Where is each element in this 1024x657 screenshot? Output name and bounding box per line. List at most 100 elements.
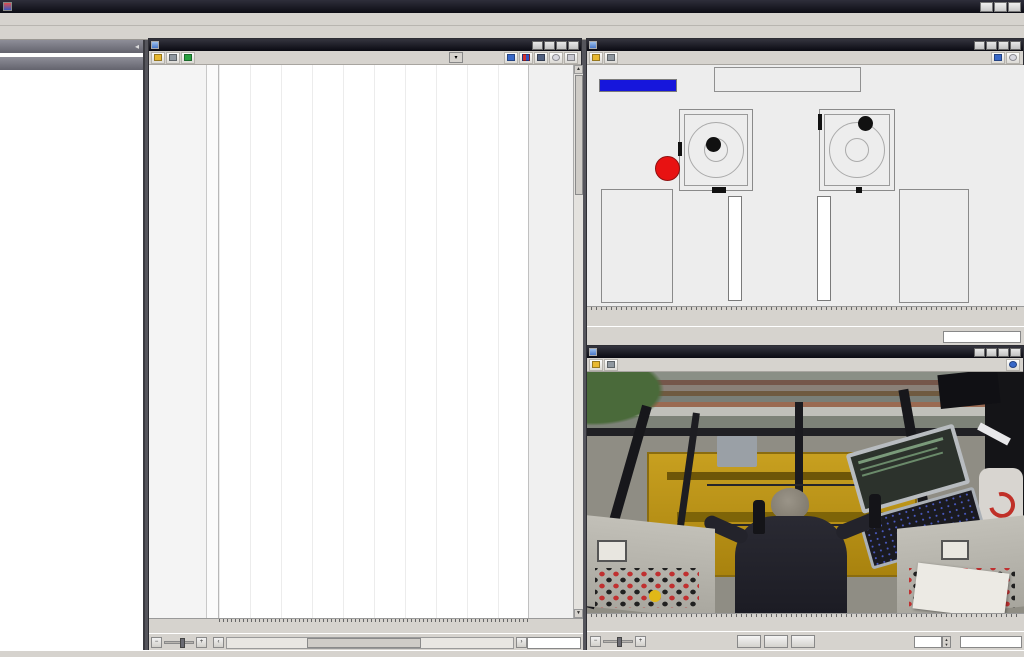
video-frame [587,372,1024,613]
left-panel: ◂ [0,40,145,650]
maximize-button[interactable] [556,41,567,50]
position-frame [684,114,748,186]
hmi-view-icons [991,52,1021,64]
signal-plot-area[interactable]: ▲ ▼ [149,65,583,618]
clock-icon[interactable] [549,52,563,64]
export-icon[interactable] [151,52,165,64]
grid-glyph [522,54,530,61]
recording-header [0,57,143,70]
step-back-button[interactable] [737,635,761,648]
hmi-signal-time-row [587,326,1024,346]
wind-bar-fill [600,80,676,91]
time-base-label [149,618,219,633]
signal-window: ▾ ▲ ▼ − + [148,38,582,650]
help-button[interactable] [974,348,985,357]
project-settings-header: ◂ [0,40,143,53]
time-offset-input[interactable] [914,636,942,648]
grid-view-icon[interactable] [519,52,533,64]
camera-glyph [169,54,177,61]
project-tree [0,53,143,55]
video-time-ruler[interactable] [587,613,1024,633]
pin-icon[interactable]: ◂ [135,42,139,51]
scroll-down-icon[interactable]: ▼ [574,609,583,618]
emergency-stop-lamp [655,156,680,181]
zoom-in-button[interactable]: + [635,636,646,647]
settings-icon[interactable] [1006,359,1020,371]
yellow-button [649,590,661,602]
zoom-slider[interactable] [603,640,633,643]
time-offset-spinner[interactable]: ▲▼ [942,636,951,648]
edge-marker-bottom [712,187,726,193]
bar-gauge-left [728,196,742,301]
time-base-slider-thumb[interactable] [180,638,185,648]
scroll-left-button[interactable]: ‹ [213,637,224,648]
zoom-out-button[interactable]: − [590,636,601,647]
position-frame [824,114,890,186]
export-icon[interactable] [589,359,603,371]
scrollbar-thumb[interactable] [575,75,583,195]
list-icon[interactable] [564,52,578,64]
settings-glyph [1009,361,1017,368]
help-button[interactable] [974,41,985,50]
cursor-time-value[interactable] [527,637,581,649]
recording-tree [0,70,143,72]
maximize-button[interactable] [998,41,1009,50]
scroll-right-button[interactable]: › [516,637,527,648]
video-window-toolbar [587,358,1023,372]
signal-window-toolbar: ▾ [149,51,581,65]
time-base-minus-button[interactable]: − [151,637,162,648]
video-window-icon [589,348,597,356]
hmi-time-ruler[interactable] [587,306,1024,326]
overlay-view-icon[interactable] [534,52,548,64]
image-time-value[interactable] [960,636,1022,648]
signal-window-bottom-bar: − + ‹ › [149,633,583,651]
minimize-button[interactable] [544,41,555,50]
minimize-button[interactable] [980,2,993,12]
cab-roof-panel [937,372,1000,409]
signal-plot[interactable] [219,65,528,618]
refresh-icon[interactable] [181,52,195,64]
hmi-window-title-bar[interactable] [587,39,1023,51]
camera-icon[interactable] [166,52,180,64]
close-button[interactable] [1010,41,1021,50]
hmi-window-icon [589,41,597,49]
status-lamps [714,67,861,92]
zoom-slider-thumb[interactable] [617,637,622,647]
time-base-slider[interactable] [164,641,194,644]
signal-select-dropdown[interactable]: ▾ [449,52,463,63]
video-window: − + ▲▼ [586,345,1024,650]
app-title-bar [0,0,1024,13]
table-view-icon[interactable] [504,52,518,64]
signal-time-value[interactable] [943,331,1021,343]
hmi-window-toolbar [587,51,1023,65]
step-forward-button[interactable] [791,635,815,648]
minimize-button[interactable] [986,41,997,50]
time-base-plus-button[interactable]: + [196,637,207,648]
camera-icon[interactable] [604,359,618,371]
signal-window-title-bar[interactable] [149,39,581,51]
console-gauge [597,540,627,562]
hmi-panel [587,65,1024,306]
grid-view-icon[interactable] [991,52,1005,64]
minimize-button[interactable] [986,348,997,357]
clock-icon[interactable] [1006,52,1020,64]
tank-on-deck [717,432,757,467]
maximize-button[interactable] [998,348,1009,357]
close-button[interactable] [568,41,579,50]
close-button[interactable] [1008,2,1021,12]
scroll-up-icon[interactable]: ▲ [574,65,583,74]
maximize-button[interactable] [994,2,1007,12]
video-window-title-bar[interactable] [587,346,1023,358]
view-icons [504,52,579,64]
hmi-signal-window [586,38,1024,345]
horizontal-scrollbar[interactable] [226,637,514,649]
camera-icon[interactable] [604,52,618,64]
signal-time-ruler[interactable] [219,618,528,633]
play-button[interactable] [764,635,788,648]
position-indicator-right [819,109,895,191]
horizontal-scrollbar-thumb[interactable] [307,638,421,648]
close-button[interactable] [1010,348,1021,357]
export-icon[interactable] [589,52,603,64]
vertical-scrollbar[interactable]: ▲ ▼ [573,65,583,618]
help-button[interactable] [532,41,543,50]
